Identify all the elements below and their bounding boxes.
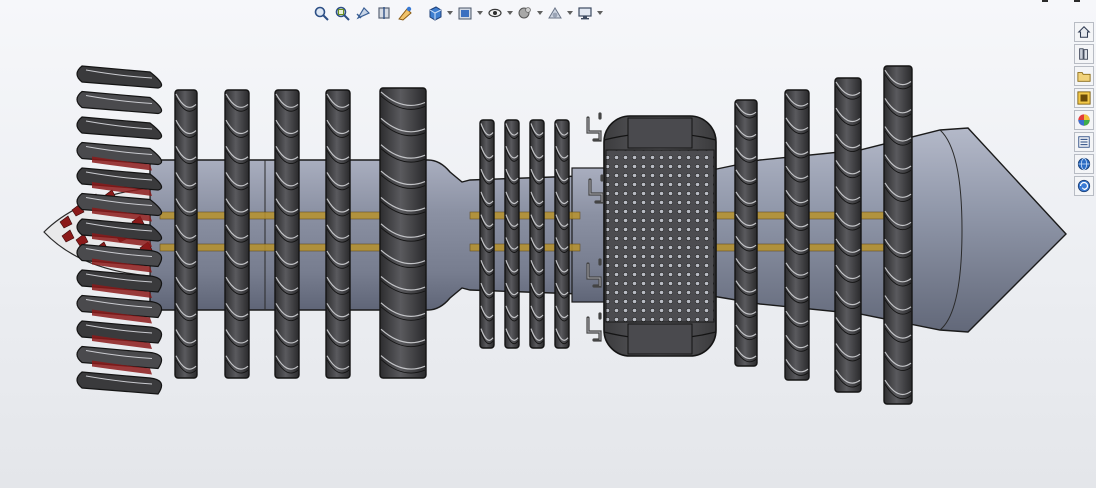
design-library-icon [1079,48,1088,60]
view-settings-button[interactable] [576,4,594,22]
apply-scene-dropdown[interactable] [567,4,573,22]
lp-compressor-stage-3[interactable] [274,89,300,379]
file-explorer-icon [1077,72,1091,82]
heads-up-view-toolbar [312,2,603,24]
view-orientation-dropdown[interactable] [447,4,453,22]
window-corner-marks [1042,0,1080,2]
fan-blade [76,65,163,89]
chevron-down-icon [507,11,513,15]
custom-properties-icon [1078,136,1090,148]
dynamic-annotation-views-button[interactable] [396,4,414,22]
3dexperience-icon [1077,179,1091,193]
zoom-to-fit-button[interactable] [312,4,330,22]
turbine-stage-1[interactable] [734,99,758,367]
lp-compressor-stage-5[interactable] [379,87,427,379]
chevron-down-icon [567,11,573,15]
appearances-scenes-decals-icon [1078,114,1090,126]
edit-appearance-dropdown[interactable] [537,4,543,22]
fan-blade [76,116,163,140]
display-style-dropdown[interactable] [477,4,483,22]
turbine-stage-2[interactable] [784,89,810,381]
task-pane-tab-view-palette[interactable] [1074,88,1094,108]
fuel-nozzle [586,112,602,142]
display-style-icon [458,7,472,20]
apply-scene-button[interactable] [546,4,564,22]
fan-blade [76,371,163,395]
view-orientation-icon [429,6,442,21]
edit-appearance-button[interactable] [516,4,534,22]
hide-show-items-icon [488,8,502,18]
view-palette-icon [1077,91,1091,105]
view-settings-icon [578,7,592,20]
apply-scene-icon [548,7,562,19]
chevron-down-icon [537,11,543,15]
chevron-down-icon [597,11,603,15]
display-style-button[interactable] [456,4,474,22]
fuel-nozzle [586,312,602,342]
task-pane-tab-solidworks-resources[interactable] [1074,22,1094,42]
edit-appearance-icon [518,7,531,19]
solidworks-resources-icon [1077,26,1091,38]
view-settings-dropdown[interactable] [597,4,603,22]
zoom-to-area-button[interactable] [333,4,351,22]
hp-compressor-stage-2[interactable] [504,119,520,349]
section-view-button[interactable] [375,4,393,22]
hide-show-items-button[interactable] [486,4,504,22]
graphics-area[interactable] [0,0,1096,488]
hide-show-items-dropdown[interactable] [507,4,513,22]
combustion-chamber[interactable] [603,115,717,357]
section-view-icon [378,7,390,19]
fan-assembly[interactable] [43,65,163,395]
engine-model[interactable] [0,0,1096,488]
chevron-down-icon [477,11,483,15]
hp-compressor-stage-4[interactable] [554,119,570,349]
task-pane-tab-file-explorer[interactable] [1074,66,1094,86]
zoom-to-fit-icon [314,6,329,21]
hp-compressor-stage-1[interactable] [479,119,495,349]
view-orientation-button[interactable] [426,4,444,22]
turbine-stage-4[interactable] [883,65,913,405]
chevron-down-icon [447,11,453,15]
turbine-stage-3[interactable] [834,77,862,393]
task-pane-tab-custom-properties[interactable] [1074,132,1094,152]
task-pane-tabs [1074,22,1094,196]
task-pane-tab-appearances-scenes-decals[interactable] [1074,110,1094,130]
corner-mark [1042,0,1048,2]
task-pane-tab-solidworks-forum[interactable] [1074,154,1094,174]
hp-compressor-stage-3[interactable] [529,119,545,349]
task-pane-tab-design-library[interactable] [1074,44,1094,64]
lp-compressor-stage-2[interactable] [224,89,250,379]
task-pane-tab-3dexperience[interactable] [1074,176,1094,196]
fan-blade [76,90,163,115]
dynamic-annotation-views-icon [398,6,412,21]
lp-compressor-stage-4[interactable] [325,89,351,379]
lp-compressor-stage-1[interactable] [174,89,198,379]
previous-view-button[interactable] [354,4,372,22]
corner-mark [1074,0,1080,2]
zoom-to-area-icon [335,6,350,21]
previous-view-icon [356,7,371,20]
solidworks-forum-icon [1077,157,1091,171]
